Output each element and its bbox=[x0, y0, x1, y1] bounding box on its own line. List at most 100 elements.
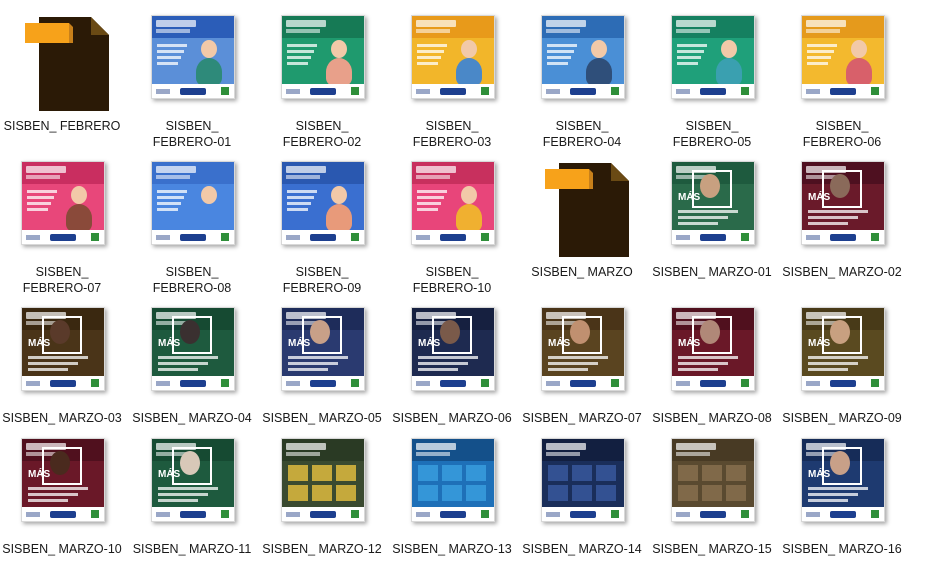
file-item[interactable]: MÁS SISBEN_ MARZO-08 bbox=[650, 307, 774, 457]
footer-logo-left bbox=[156, 381, 170, 386]
thumbnail-text-line bbox=[288, 356, 348, 359]
file-item[interactable]: SISBEN_ FEBRERO-08 bbox=[130, 161, 254, 311]
footer-logo-left bbox=[416, 235, 430, 240]
thumbnail-subtitle-bar bbox=[416, 452, 450, 456]
portrait-face bbox=[570, 320, 590, 344]
thumbnail-text-line bbox=[158, 487, 218, 490]
thumbnail-title-bar bbox=[156, 166, 196, 173]
portrait-face bbox=[180, 451, 200, 475]
thumbnail-text-line bbox=[418, 368, 458, 371]
thumbnail-subtitle-bar bbox=[286, 29, 320, 33]
image-thumbnail bbox=[801, 15, 885, 99]
thumbnail-text-line bbox=[807, 56, 831, 59]
mas-heading: MÁS bbox=[808, 469, 831, 480]
file-item[interactable]: MÁS SISBEN_ MARZO-10 bbox=[0, 438, 124, 588]
thumbnail-text-line bbox=[678, 210, 738, 213]
thumbnail-text-line bbox=[287, 196, 314, 199]
footer-logo-left bbox=[806, 235, 820, 240]
file-item[interactable]: SISBEN_ FEBRERO-09 bbox=[260, 161, 384, 311]
file-item[interactable]: MÁS SISBEN_ MARZO-02 bbox=[780, 161, 904, 311]
footer-logo-right bbox=[221, 510, 229, 518]
file-item[interactable]: MÁS SISBEN_ MARZO-04 bbox=[130, 307, 254, 457]
footer-logo-right bbox=[481, 379, 489, 387]
file-item[interactable]: SISBEN_ FEBRERO-05 bbox=[650, 15, 774, 165]
footer-logo-experiencia bbox=[180, 88, 206, 95]
file-item[interactable]: SISBEN_ MARZO bbox=[520, 161, 644, 311]
infographic-block bbox=[312, 465, 332, 481]
file-item[interactable]: SISBEN_ FEBRERO-07 bbox=[0, 161, 124, 311]
file-item[interactable]: SISBEN_ MARZO-14 bbox=[520, 438, 644, 588]
file-item[interactable]: MÁS SISBEN_ MARZO-03 bbox=[0, 307, 124, 457]
file-item[interactable]: SISBEN_ FEBRERO-03 bbox=[390, 15, 514, 165]
file-item[interactable]: MÁS SISBEN_ MARZO-01 bbox=[650, 161, 774, 311]
file-item[interactable]: SISBEN_ MARZO-12 bbox=[260, 438, 384, 588]
footer-logo-experiencia bbox=[180, 511, 206, 518]
mas-heading: MÁS bbox=[158, 338, 181, 349]
thumbnail-text-line bbox=[288, 368, 328, 371]
footer-logo-left bbox=[416, 381, 430, 386]
file-item[interactable]: SISBEN_ FEBRERO-06 bbox=[780, 15, 904, 165]
thumbnail-title-bar bbox=[416, 166, 456, 173]
thumbnail-text-line bbox=[157, 190, 187, 193]
illustrated-person-head bbox=[721, 40, 737, 58]
thumbnail-text-line bbox=[157, 196, 184, 199]
footer-logo-experiencia bbox=[180, 234, 206, 241]
footer-logo-experiencia bbox=[310, 380, 336, 387]
portrait-face bbox=[440, 320, 460, 344]
thumbnail-text-line bbox=[548, 362, 598, 365]
thumbnail-text-line bbox=[808, 499, 848, 502]
mas-heading: MÁS bbox=[808, 338, 831, 349]
file-item[interactable]: SISBEN_ MARZO-13 bbox=[390, 438, 514, 588]
thumbnail-text-line bbox=[808, 210, 868, 213]
thumbnail-title-bar bbox=[286, 20, 326, 27]
illustrated-person bbox=[456, 58, 482, 86]
infographic-block bbox=[596, 465, 616, 481]
thumbnail-text-line bbox=[807, 62, 828, 65]
mas-heading: MÁS bbox=[28, 338, 51, 349]
thumbnail-text-line bbox=[157, 50, 184, 53]
mas-heading: MÁS bbox=[548, 338, 571, 349]
file-item[interactable]: MÁS SISBEN_ MARZO-07 bbox=[520, 307, 644, 457]
portrait-face bbox=[310, 320, 330, 344]
image-thumbnail bbox=[411, 161, 495, 245]
file-item[interactable]: SISBEN_ FEBRERO-04 bbox=[520, 15, 644, 165]
portrait-face bbox=[830, 320, 850, 344]
mas-heading: MÁS bbox=[28, 469, 51, 480]
file-item[interactable]: SISBEN_ FEBRERO-10 bbox=[390, 161, 514, 311]
thumbnail-text-line bbox=[547, 50, 574, 53]
footer-logo-left bbox=[806, 89, 820, 94]
illustrated-person bbox=[326, 58, 352, 86]
file-name-label: SISBEN_ MARZO-15 bbox=[652, 542, 772, 556]
file-item[interactable]: MÁS SISBEN_ MARZO-06 bbox=[390, 307, 514, 457]
thumbnail-text-line bbox=[287, 56, 311, 59]
footer-logo-right bbox=[91, 379, 99, 387]
file-item[interactable]: SISBEN_ FEBRERO-01 bbox=[130, 15, 254, 165]
file-item[interactable]: SISBEN_ FEBRERO-02 bbox=[260, 15, 384, 165]
footer-logo-right bbox=[871, 87, 879, 95]
infographic-block bbox=[466, 485, 486, 501]
footer-logo-experiencia bbox=[570, 511, 596, 518]
infographic-block bbox=[288, 485, 308, 501]
file-item[interactable]: MÁS SISBEN_ MARZO-09 bbox=[780, 307, 904, 457]
illustrated-person bbox=[586, 58, 612, 86]
footer-logo-experiencia bbox=[310, 88, 336, 95]
thumbnail-text-line bbox=[417, 50, 444, 53]
thumbnail-subtitle-bar bbox=[286, 175, 320, 179]
footer-logo-left bbox=[546, 381, 560, 386]
image-thumbnail bbox=[281, 438, 365, 522]
file-item[interactable]: SISBEN_ MARZO-15 bbox=[650, 438, 774, 588]
file-item[interactable]: MÁS SISBEN_ MARZO-11 bbox=[130, 438, 254, 588]
file-item[interactable]: MÁS SISBEN_ MARZO-05 bbox=[260, 307, 384, 457]
thumbnail-subtitle-bar bbox=[416, 29, 450, 33]
file-name-label: SISBEN_ FEBRERO-03 bbox=[412, 119, 492, 149]
thumbnail-text-line bbox=[158, 499, 198, 502]
file-item[interactable]: MÁS SISBEN_ MARZO-16 bbox=[780, 438, 904, 588]
file-item[interactable]: SISBEN_ FEBRERO bbox=[0, 15, 124, 165]
thumbnail-text-line bbox=[677, 44, 707, 47]
image-thumbnail: MÁS bbox=[671, 307, 755, 391]
footer-logo-right bbox=[481, 510, 489, 518]
footer-logo-experiencia bbox=[440, 511, 466, 518]
footer-logo-experiencia bbox=[50, 511, 76, 518]
file-name-label: SISBEN_ MARZO-12 bbox=[262, 542, 382, 556]
thumbnail-text-line bbox=[417, 62, 438, 65]
